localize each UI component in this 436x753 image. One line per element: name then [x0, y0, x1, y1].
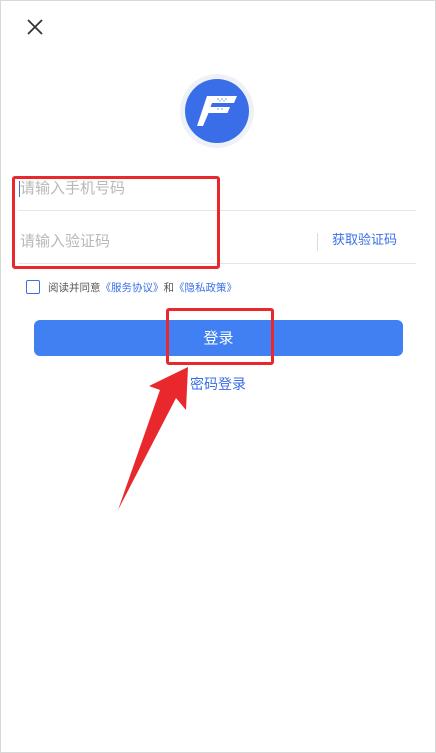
close-button[interactable] — [26, 18, 44, 36]
service-agreement-link[interactable]: 《服务协议》 — [101, 282, 164, 294]
field-divider — [317, 233, 318, 251]
agreement-checkbox[interactable] — [26, 280, 40, 294]
app-logo — [180, 74, 254, 148]
close-icon — [27, 19, 43, 35]
agreement-and: 和 — [163, 281, 175, 294]
code-field: 获取验证码 — [18, 219, 416, 264]
phone-field — [18, 166, 416, 211]
app-logo-icon — [197, 96, 237, 126]
login-button[interactable]: 登录 — [34, 320, 403, 356]
get-code-button[interactable]: 获取验证码 — [332, 219, 397, 263]
agreement-prefix: 阅读并同意 — [48, 281, 101, 294]
password-login-link[interactable]: 密码登录 — [0, 374, 436, 394]
verification-code-input[interactable] — [18, 219, 302, 263]
agreement-row: 阅读并同意《服务协议》和《隐私政策》 — [26, 279, 237, 295]
privacy-policy-link[interactable]: 《隐私政策》 — [174, 282, 237, 294]
agreement-text: 阅读并同意《服务协议》和《隐私政策》 — [48, 280, 237, 295]
text-cursor — [19, 181, 20, 197]
logo-badge — [185, 79, 249, 143]
phone-input[interactable] — [18, 166, 412, 210]
